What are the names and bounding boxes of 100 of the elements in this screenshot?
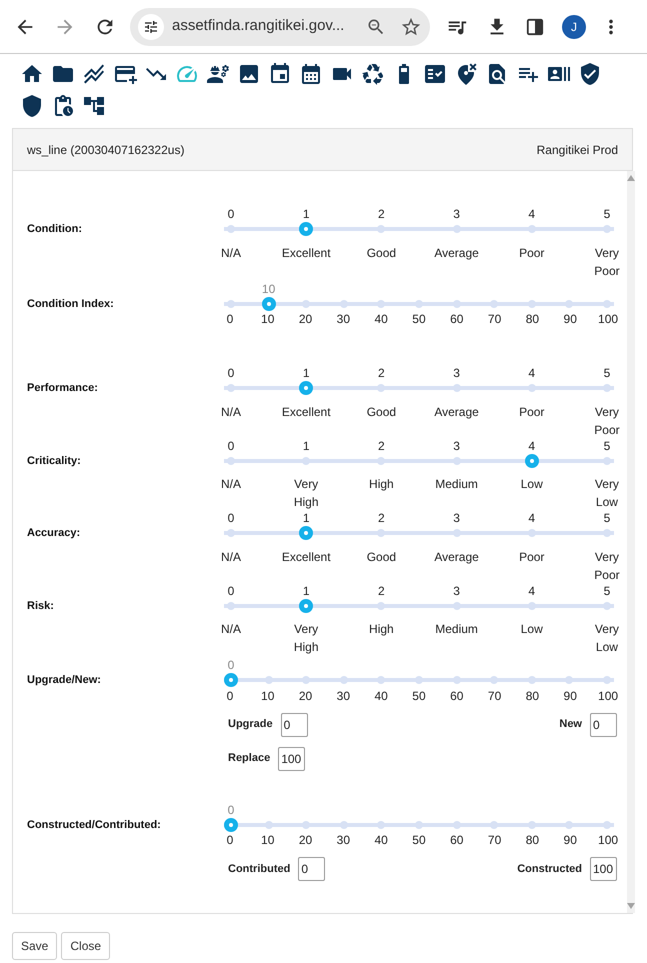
tick-label: 3 (453, 366, 460, 380)
scale-caption: Poor (519, 244, 544, 262)
tree-icon[interactable] (82, 94, 106, 118)
number-field[interactable]: 100 (590, 857, 617, 881)
scale-caption: High (369, 476, 394, 493)
tick-label: 0 (226, 833, 234, 847)
side-panel-icon[interactable] (526, 18, 544, 36)
number-field[interactable]: 100 (278, 746, 306, 770)
scale-caption: N/A (220, 244, 241, 262)
slider-thumb[interactable] (224, 818, 238, 832)
calendar-plus-icon[interactable] (268, 62, 292, 86)
scale-caption: Very Poor (594, 244, 620, 280)
tick-label: 50 (412, 833, 426, 847)
site-settings-icon[interactable] (143, 18, 159, 34)
slider-thumb[interactable] (262, 296, 276, 311)
scale-caption: High (369, 621, 394, 638)
tick-label: 2 (378, 366, 385, 380)
tick-label: 30 (336, 312, 350, 326)
tick-label: 0 (226, 688, 234, 702)
form-button[interactable]: Save (12, 932, 58, 960)
scale-caption: Very Low (594, 476, 619, 511)
recycle-icon[interactable] (361, 62, 385, 86)
tick-label: 30 (336, 833, 350, 847)
scale-caption: Very High (294, 621, 319, 656)
slider-thumb[interactable] (299, 526, 314, 540)
field-label: Criticality: (26, 454, 82, 468)
input-label: Upgrade (228, 717, 273, 732)
tick-label: 0 (228, 207, 234, 221)
tick-label: 1 (302, 438, 310, 452)
slider-stop (227, 602, 235, 610)
slider-value: 0 (226, 658, 236, 672)
checklist-icon[interactable] (423, 62, 447, 86)
image-icon[interactable] (237, 62, 261, 86)
tick-label: 5 (604, 366, 610, 380)
record-title: ws_line (20030407162322us) (27, 142, 184, 158)
tick-label: 30 (336, 688, 350, 702)
tick-label: 0 (228, 511, 234, 525)
slider-stop (602, 384, 611, 392)
address-bar[interactable]: assetfinda.rangitikei.gov... (130, 8, 430, 46)
tick-label: 40 (374, 833, 388, 847)
scale-caption: Very Poor (594, 548, 620, 584)
line-chart-icon[interactable] (82, 62, 106, 86)
calendar-icon[interactable] (299, 62, 323, 86)
shield-check-icon[interactable] (578, 62, 602, 86)
tick-label: 5 (604, 584, 610, 598)
star-icon[interactable] (400, 16, 422, 38)
zoom-out-icon[interactable] (366, 16, 386, 36)
tick-label: 3 (453, 584, 460, 598)
slider-thumb[interactable] (299, 222, 314, 236)
slider-thumb[interactable] (524, 454, 539, 468)
scale-caption: N/A (220, 404, 241, 420)
tick-label: 80 (526, 688, 540, 702)
slider-stop (602, 225, 611, 234)
slider-track[interactable] (224, 820, 614, 829)
tick-label: 1 (302, 511, 310, 525)
tick-label: 70 (488, 833, 502, 847)
worker-icon[interactable] (206, 62, 230, 86)
slider-stop (227, 456, 235, 465)
tick-label: 1 (302, 207, 310, 221)
tick-label: 10 (261, 312, 274, 326)
slider-thumb[interactable] (299, 598, 314, 613)
tick-label: 5 (604, 438, 610, 452)
tick-label: 0 (228, 584, 234, 598)
field-label: Condition Index: (26, 296, 115, 312)
slider-stop (602, 676, 611, 684)
input-label: Contributed (228, 862, 290, 877)
slider-stop (227, 225, 235, 234)
scale-caption: Good (366, 404, 396, 420)
slider-track[interactable] (224, 676, 614, 684)
tick-label: 20 (298, 312, 312, 326)
tick-label: 10 (261, 688, 274, 702)
scale-caption: Very Low (594, 621, 619, 656)
input-label: New (559, 717, 582, 732)
profile-avatar[interactable]: J (562, 14, 586, 38)
slider-stop (227, 384, 235, 392)
number-field[interactable]: 0 (590, 712, 617, 736)
slider-stop (602, 602, 611, 610)
tick-label: 1 (302, 366, 310, 380)
tick-label: 50 (412, 688, 426, 702)
tick-label: 80 (526, 312, 540, 326)
number-field[interactable]: 0 (280, 712, 308, 736)
tick-label: 70 (488, 312, 502, 326)
scale-caption: Medium (435, 476, 478, 493)
tick-label: 0 (226, 312, 234, 326)
tick-label: 5 (604, 207, 610, 221)
shield-icon[interactable] (20, 94, 44, 118)
number-field[interactable]: 0 (298, 857, 326, 881)
tick-label: 2 (378, 207, 385, 221)
slider-stop (602, 456, 611, 465)
field-label: Upgrade/New: (26, 673, 102, 688)
form-button[interactable]: Close (61, 932, 110, 960)
slider-thumb[interactable] (224, 673, 238, 688)
slider-thumb[interactable] (299, 381, 314, 396)
tick-label: 100 (598, 312, 618, 326)
tick-label: 100 (598, 833, 618, 847)
scale-caption: Medium (435, 621, 478, 638)
field-label: Constructed/Contributed: (26, 818, 162, 832)
scale-caption: Poor (519, 404, 544, 420)
tick-label: 0 (228, 366, 234, 380)
tick-label: 100 (598, 688, 618, 702)
